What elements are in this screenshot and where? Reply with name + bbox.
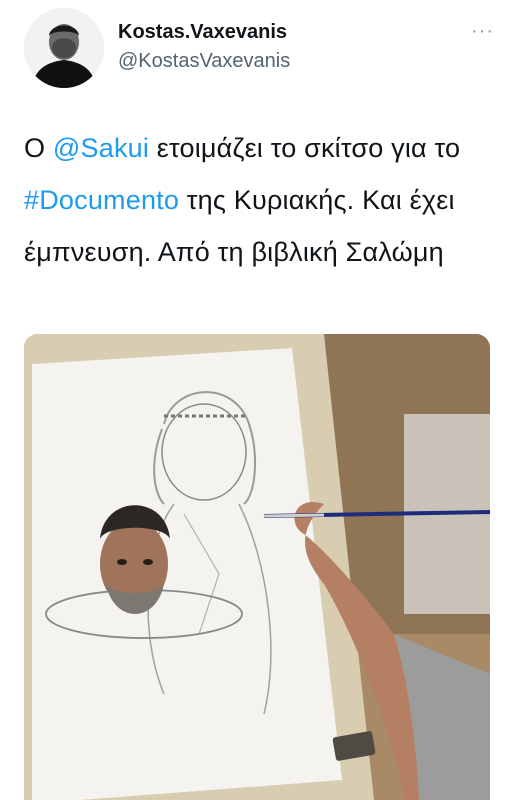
user-handle[interactable]: @KostasVaxevanis xyxy=(118,48,290,74)
tweet-text: Ο @Sakui ετοιμάζει το σκίτσο για το #Doc… xyxy=(24,122,494,278)
author-names: Kostas.Vaxevanis @KostasVaxevanis xyxy=(118,20,290,74)
tweet-photo[interactable] xyxy=(24,334,490,800)
photo-caricature-drawing xyxy=(24,334,490,800)
more-horizontal-icon[interactable]: ··· xyxy=(471,20,494,43)
hashtag-link[interactable]: #Documento xyxy=(24,185,179,215)
tweet-text-segment: Ο xyxy=(24,133,53,163)
user-avatar-photo xyxy=(24,8,104,88)
display-name[interactable]: Kostas.Vaxevanis xyxy=(118,20,290,44)
tweet-header: Kostas.Vaxevanis @KostasVaxevanis ··· xyxy=(0,0,516,110)
mention-link[interactable]: @Sakui xyxy=(53,133,149,163)
avatar[interactable] xyxy=(24,8,104,88)
tweet-text-segment: ετοιμάζει το σκίτσο για το xyxy=(149,133,461,163)
